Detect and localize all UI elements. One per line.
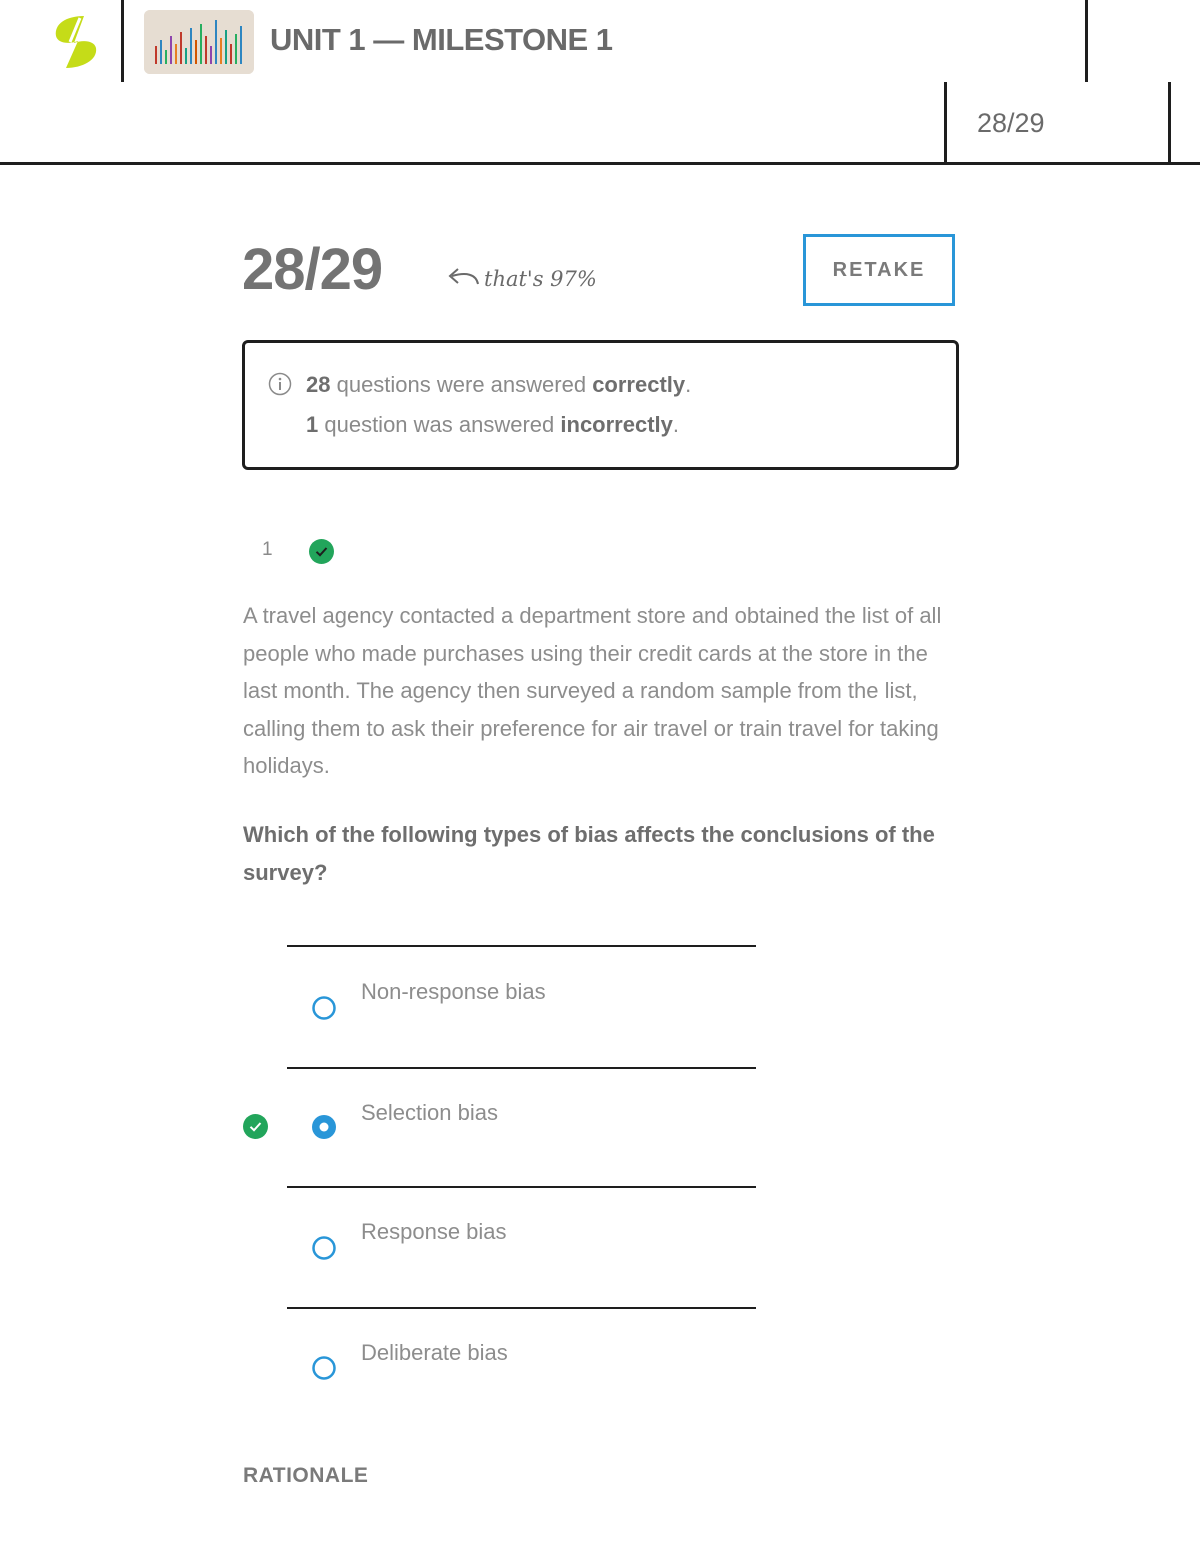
sophia-logo-icon[interactable]: [52, 14, 100, 70]
course-thumbnail: [144, 10, 254, 74]
option-divider: [287, 945, 756, 947]
score-display: 28/29: [242, 237, 383, 302]
option-label-selection-bias[interactable]: Selection bias: [361, 1100, 498, 1126]
correct-summary-line: 28 questions were answered correctly.: [306, 372, 692, 397]
header-divider: [121, 0, 124, 82]
option-divider: [287, 1307, 756, 1309]
option-label-response-bias[interactable]: Response bias: [361, 1219, 507, 1245]
header-bottom-rule: [0, 162, 1200, 165]
option-radio-response-bias[interactable]: [312, 1236, 336, 1260]
score-percent-note: that's 97%: [446, 266, 597, 295]
option-divider: [287, 1186, 756, 1188]
course-title: UNIT 1 — MILESTONE 1: [270, 22, 613, 57]
curved-arrow-left-icon: [446, 266, 480, 295]
info-icon: [268, 372, 292, 401]
results-summary-box: [242, 340, 959, 470]
header-score: 28/29: [977, 108, 1045, 138]
score-percent-text: that's 97%: [484, 267, 597, 291]
score-cell-left-border: [944, 82, 947, 164]
option-radio-non-response-bias[interactable]: [312, 996, 336, 1020]
question-correct-check-icon: [309, 539, 334, 569]
option-divider: [287, 1067, 756, 1069]
question-prompt: Which of the following types of bias aff…: [243, 822, 935, 885]
rationale-heading: RATIONALE: [243, 1464, 369, 1487]
option-label-non-response-bias[interactable]: Non-response bias: [361, 979, 546, 1005]
retake-button[interactable]: RETAKE: [803, 234, 955, 306]
question-number: 1: [262, 539, 273, 560]
answer-correct-check-icon: [243, 1114, 268, 1144]
question-text: A travel agency contacted a department s…: [243, 603, 942, 778]
header-divider-right: [1085, 0, 1088, 82]
incorrect-summary-line: 1 question was answered incorrectly.: [306, 412, 680, 437]
option-radio-deliberate-bias[interactable]: [312, 1356, 336, 1380]
option-radio-selection-bias[interactable]: [312, 1115, 336, 1139]
option-label-deliberate-bias[interactable]: Deliberate bias: [361, 1340, 508, 1366]
score-cell-right-border: [1168, 82, 1171, 164]
